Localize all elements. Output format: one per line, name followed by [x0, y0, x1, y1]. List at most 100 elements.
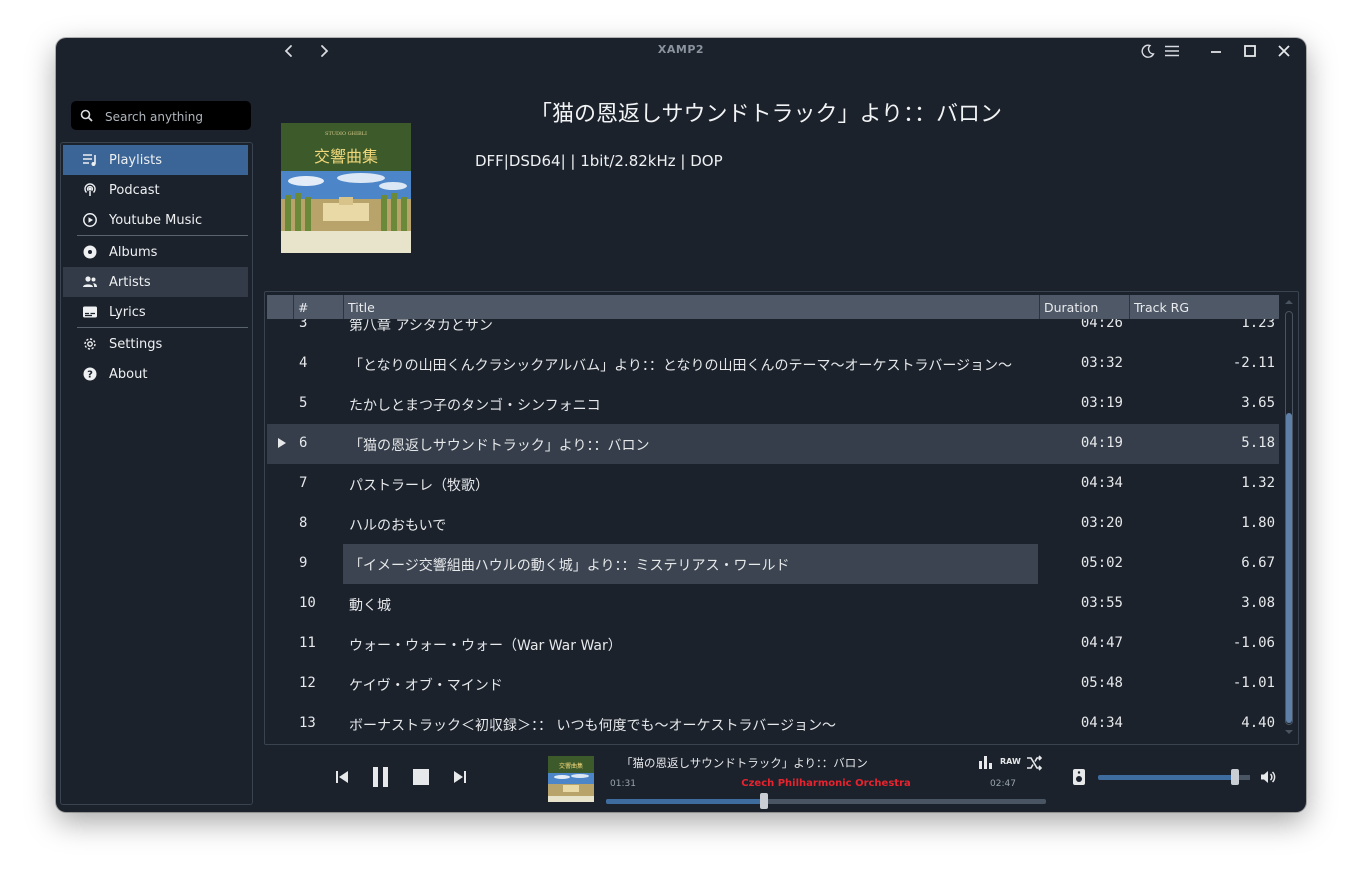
table-scrollbar[interactable]	[1283, 295, 1295, 739]
track-duration: 04:26	[1080, 319, 1123, 331]
table-row[interactable]: 11 ウォー・ウォー・ウォー（War War War） 04:47 -1.06	[267, 624, 1279, 664]
search-input[interactable]	[103, 101, 247, 132]
track-rg: -1.06	[1232, 635, 1275, 651]
sidebar-item-label: Lyrics	[109, 305, 146, 320]
table-row[interactable]: 4 「となりの山田くんクラシックアルバム」より：：となりの山田くんのテーマ～オー…	[267, 344, 1279, 384]
maximize-button[interactable]	[1241, 42, 1259, 60]
speaker-device-icon	[1073, 769, 1085, 785]
sidebar-item-settings[interactable]: Settings	[63, 329, 248, 359]
track-number: 13	[299, 715, 316, 731]
track-rg: -2.11	[1232, 355, 1275, 371]
table-row-selected[interactable]: 9 「イメージ交響組曲ハウルの動く城」より：：ミステリアス・ワールド 05:02…	[267, 544, 1279, 584]
scroll-down-icon[interactable]	[1283, 727, 1295, 737]
mute-button[interactable]	[1259, 768, 1277, 790]
track-title-cell: ケイヴ・オブ・マインド	[349, 678, 503, 694]
app-title: XAMP2	[657, 43, 705, 56]
volume-icon	[1261, 771, 1276, 783]
shuffle-icon	[1027, 755, 1043, 771]
skip-previous-icon	[336, 771, 348, 783]
skip-next-icon	[454, 771, 466, 783]
track-duration: 03:32	[1080, 355, 1123, 371]
sidebar-item-youtube-music[interactable]: Youtube Music	[63, 205, 248, 235]
track-rg: 6.67	[1241, 555, 1275, 571]
sidebar-item-label: Youtube Music	[109, 213, 203, 228]
track-title-cell: ウォー・ウォー・ウォー（War War War）	[349, 638, 622, 654]
table-row[interactable]: 12 ケイヴ・オブ・マインド 05:48 -1.01	[267, 664, 1279, 704]
table-row[interactable]: 8 ハルのおもいで 03:20 1.80	[267, 504, 1279, 544]
equalizer-icon	[979, 756, 992, 769]
table-row-now-playing[interactable]: 6 「猫の恩返しサウンドトラック」より：：バロン 04:19 5.18	[267, 424, 1279, 464]
moon-icon	[1141, 44, 1155, 58]
track-duration: 03:20	[1080, 515, 1123, 531]
table-row[interactable]: 10 動く城 03:55 3.08	[267, 584, 1279, 624]
search-box	[71, 101, 251, 132]
track-rg: 5.18	[1241, 435, 1275, 451]
menu-button[interactable]	[1163, 42, 1181, 60]
sidebar-item-podcast[interactable]: Podcast	[63, 175, 248, 205]
track-duration: 04:34	[1080, 715, 1123, 731]
playlist-icon	[83, 154, 96, 166]
search-icon	[80, 109, 93, 122]
theme-toggle-button[interactable]	[1139, 42, 1157, 60]
maximize-icon	[1244, 45, 1256, 57]
sidebar-item-label: Albums	[109, 245, 158, 260]
audio-format: DFF|DSD64| | 1bit/2.82kHz | DOP	[475, 152, 723, 170]
next-button[interactable]	[451, 767, 469, 791]
now-playing-title: 「猫の恩返しサウンドトラック」より：：バロン	[621, 756, 868, 770]
total-time: 02:47	[990, 779, 1016, 789]
podcast-icon	[84, 183, 96, 196]
track-number: 9	[299, 555, 308, 571]
previous-button[interactable]	[333, 767, 351, 791]
shuffle-button[interactable]	[1025, 754, 1043, 776]
equalizer-button[interactable]	[977, 754, 993, 774]
svg-text:?: ?	[87, 370, 93, 381]
sidebar-item-about[interactable]: ? About	[63, 359, 248, 389]
seek-handle[interactable]	[760, 793, 769, 809]
track-rg: -1.01	[1232, 675, 1275, 691]
track-number: 7	[299, 475, 308, 491]
table-row[interactable]: 13 ボーナストラック＜初収録＞：： いつも何度でも～オーケストラバージョン～ …	[267, 704, 1279, 739]
track-title-cell: パストラーレ（牧歌）	[349, 478, 489, 494]
seek-progress	[606, 799, 765, 804]
close-icon	[1278, 45, 1290, 57]
sidebar-item-playlists[interactable]: Playlists	[63, 145, 248, 175]
track-number: 5	[299, 395, 308, 411]
track-duration: 05:02	[1080, 555, 1123, 571]
table-row[interactable]: 3 第八章 アシタカとサン 04:26 1.23	[267, 319, 1279, 344]
track-duration: 04:34	[1080, 475, 1123, 491]
seek-slider[interactable]	[606, 793, 1046, 809]
sidebar-item-lyrics[interactable]: Lyrics	[63, 297, 248, 327]
sidebar-item-label: Artists	[109, 275, 151, 290]
stop-button[interactable]	[411, 767, 431, 791]
column-header-title[interactable]: Title	[343, 295, 1039, 319]
column-header-track-rg[interactable]: Track RG	[1129, 295, 1279, 319]
track-title-cell: 動く城	[349, 598, 391, 614]
volume-slider[interactable]	[1098, 769, 1250, 785]
track-duration: 04:19	[1080, 435, 1123, 451]
raw-button[interactable]: RAW	[1000, 757, 1021, 766]
track-title-cell: たかしとまつ子のタンゴ・シンフォニコ	[349, 398, 601, 414]
column-header-number[interactable]: #	[293, 295, 343, 319]
sidebar-item-artists[interactable]: Artists	[63, 267, 248, 297]
track-number: 6	[299, 435, 308, 451]
people-icon	[83, 276, 97, 287]
track-number: 8	[299, 515, 308, 531]
divider	[77, 235, 248, 236]
sidebar-item-albums[interactable]: Albums	[63, 237, 248, 267]
output-device-button[interactable]	[1072, 768, 1086, 790]
mini-album-cover[interactable]: 交響曲集	[548, 756, 594, 802]
track-rg: 1.23	[1241, 319, 1275, 331]
table-row[interactable]: 5 たかしとまつ子のタンゴ・シンフォニコ 03:19 3.65	[267, 384, 1279, 424]
table-row[interactable]: 7 パストラーレ（牧歌） 04:34 1.32	[267, 464, 1279, 504]
column-header-duration[interactable]: Duration	[1039, 295, 1129, 319]
hamburger-icon	[1165, 45, 1179, 57]
scroll-up-icon[interactable]	[1283, 297, 1295, 307]
scrollbar-thumb[interactable]	[1286, 413, 1292, 723]
track-rg: 1.32	[1241, 475, 1275, 491]
minimize-button[interactable]	[1207, 42, 1225, 60]
pause-button[interactable]	[370, 765, 392, 793]
volume-handle[interactable]	[1230, 769, 1239, 785]
sidebar: Playlists Podcast Youtube Music Albums A…	[60, 142, 253, 805]
track-title-cell: 「イメージ交響組曲ハウルの動く城」より：：ミステリアス・ワールド	[349, 558, 790, 574]
close-button[interactable]	[1275, 42, 1293, 60]
